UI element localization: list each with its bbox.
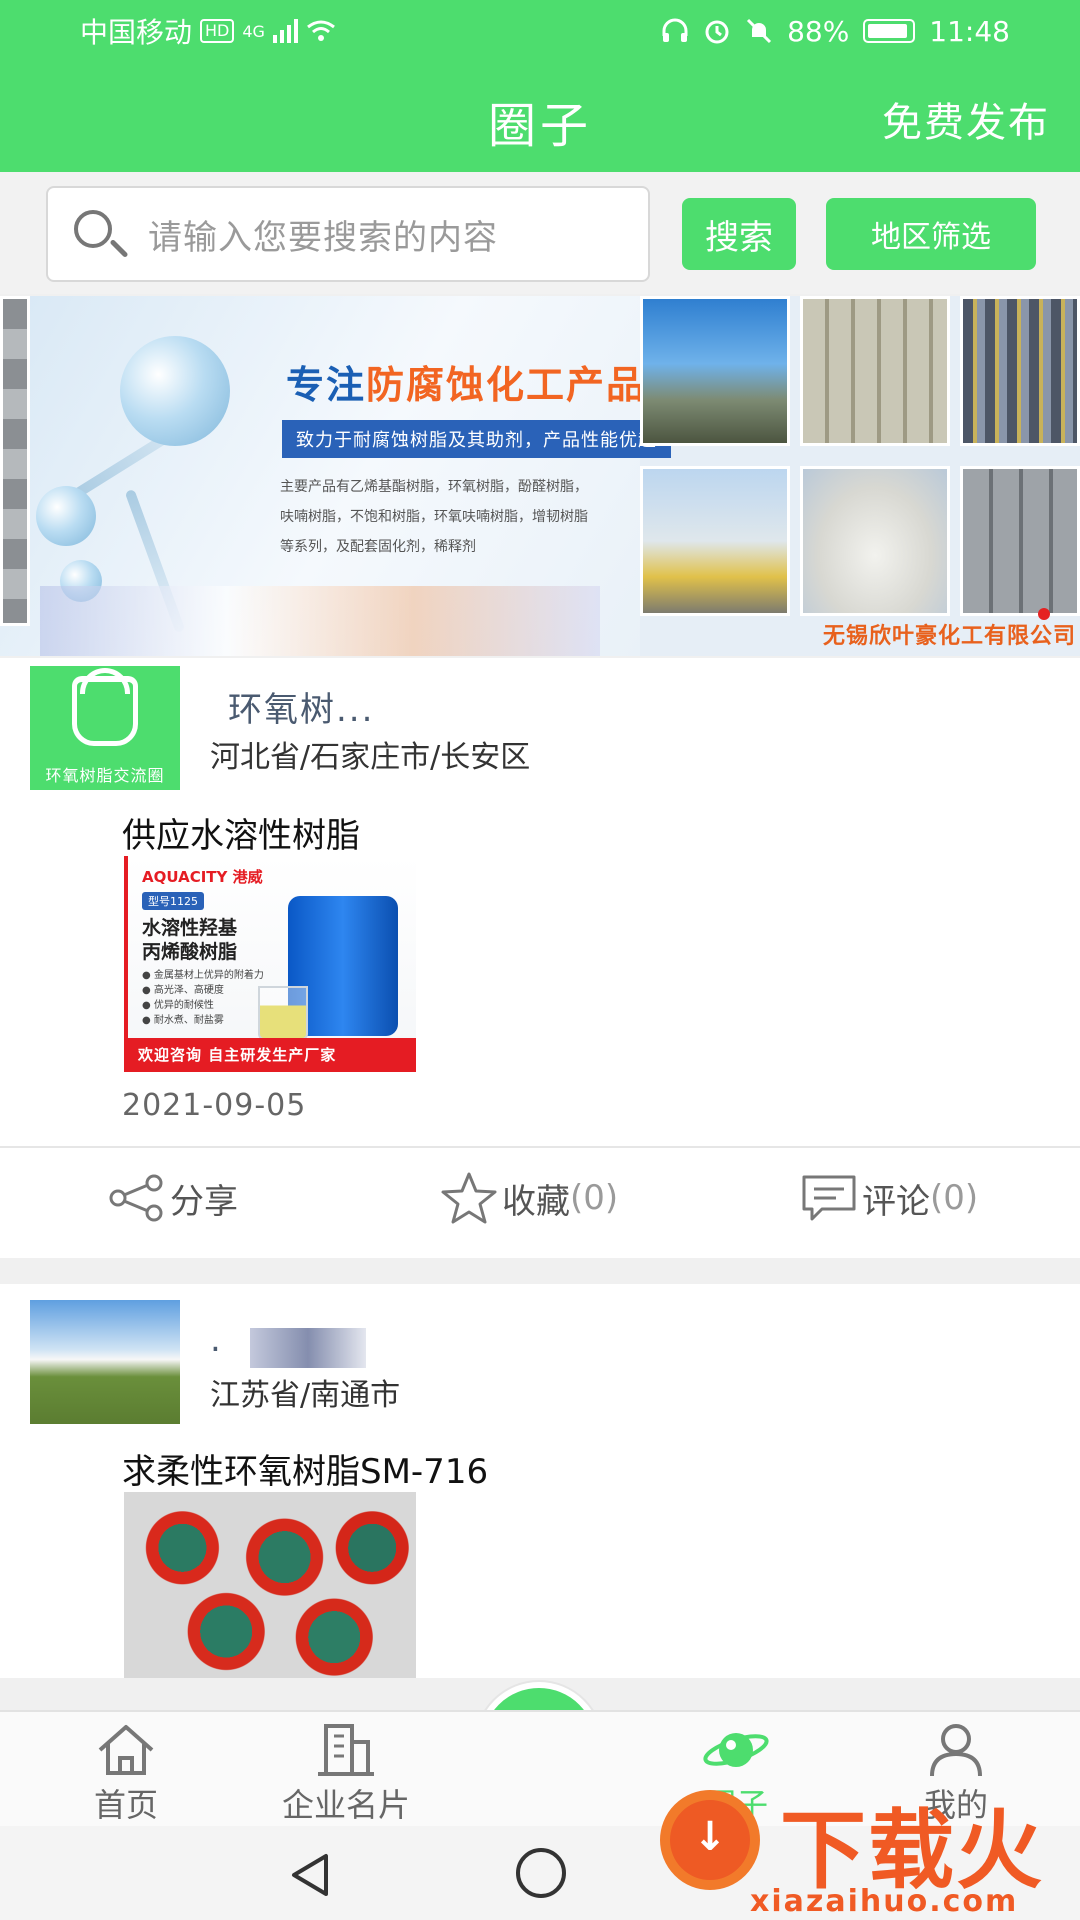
region-filter-button[interactable]: 地区筛选 xyxy=(826,198,1036,270)
comment-button[interactable]: 评论 (0) xyxy=(800,1148,978,1248)
hd-icon: HD xyxy=(200,19,235,43)
avatar-caption: 环氧树脂交流圈 xyxy=(45,766,165,785)
favorite-button[interactable]: 收藏 (0) xyxy=(440,1148,618,1248)
wifi-icon xyxy=(307,20,335,41)
network-type: 4G xyxy=(242,21,265,41)
post-date: 2021-09-05 xyxy=(122,1088,307,1123)
product-brand: AQUACITY 港威 xyxy=(142,868,263,886)
signal-icon xyxy=(272,19,298,43)
banner-title-prefix: 专注 xyxy=(286,363,367,407)
watermark-logo-icon xyxy=(660,1790,760,1890)
carrier-label: 中国移动 xyxy=(80,16,193,49)
blurred-name xyxy=(250,1328,366,1368)
product-tag: 型号1125 xyxy=(142,892,204,910)
mute-icon xyxy=(747,18,772,44)
avatar[interactable]: 环氧树脂交流圈 xyxy=(30,666,180,790)
tab-home[interactable]: 首页 xyxy=(46,1722,206,1826)
avatar[interactable] xyxy=(30,1300,180,1424)
banner-subtitle: 致力于耐腐蚀树脂及其助剂，产品性能优越 xyxy=(282,420,671,458)
status-bar: 中国移动 HD 4G 88% 11:48 xyxy=(0,0,1080,62)
post-card[interactable]: . 江苏省/南通市 求柔性环氧树脂SM-716 xyxy=(0,1284,1080,1678)
product-headline-2: 丙烯酸树脂 xyxy=(142,941,238,963)
home-icon xyxy=(98,1725,154,1775)
title-bar: 圈子 免费发布 xyxy=(0,62,1080,172)
share-icon xyxy=(109,1174,163,1222)
battery-percent: 88% xyxy=(787,14,850,48)
bucket-icon xyxy=(72,676,138,746)
home-circle-icon[interactable] xyxy=(516,1848,566,1898)
comment-icon xyxy=(802,1175,856,1221)
promo-banner[interactable]: 专注防腐蚀化工产品 致力于耐腐蚀树脂及其助剂，产品性能优越 主要产品有乙烯基酯树… xyxy=(0,296,1080,656)
clock: 11:48 xyxy=(929,14,1010,48)
watermark-url: xiazaihuo.com xyxy=(750,1884,1019,1919)
search-button[interactable]: 搜索 xyxy=(682,198,796,270)
product-footer: 欢迎咨询 自主研发生产厂家 xyxy=(128,1038,416,1072)
search-row: 请输入您要搜索的内容 搜索 地区筛选 xyxy=(0,172,1080,294)
post-actions: 分享 收藏 (0) 评论 (0) xyxy=(0,1148,1080,1248)
tab-card-label: 企业名片 xyxy=(281,1786,410,1824)
share-label: 分享 xyxy=(170,1181,238,1222)
molecule-sphere xyxy=(120,336,230,446)
banner-title-highlight: 防腐蚀化工产品 xyxy=(366,363,647,407)
battery-icon xyxy=(863,19,916,43)
post-title[interactable]: 供应水溶性树脂 xyxy=(122,808,360,857)
watermark: 下载火 xiazaihuo.com xyxy=(640,1760,1080,1920)
post-author-name[interactable]: 环氧树... xyxy=(228,682,374,731)
post-location: 河北省/石家庄市/长安区 xyxy=(210,740,531,775)
status-right: 88% 11:48 xyxy=(661,15,1010,48)
publish-button[interactable]: 免费发布 xyxy=(882,90,1050,148)
banner-photo xyxy=(0,296,30,626)
banner-photo xyxy=(640,296,790,446)
product-beaker xyxy=(258,986,308,1040)
favorite-label: 收藏 xyxy=(502,1181,570,1222)
post-card[interactable]: 环氧树脂交流圈 环氧树... 河北省/石家庄市/长安区 供应水溶性树脂 AQUA… xyxy=(0,658,1080,1258)
banner-photo xyxy=(800,296,950,446)
banner-photo xyxy=(960,466,1080,616)
product-headline-1: 水溶性羟基 xyxy=(142,917,238,939)
banner-title: 专注防腐蚀化工产品 xyxy=(286,354,646,409)
headphones-icon xyxy=(662,18,688,42)
search-icon xyxy=(68,204,129,264)
comment-label: 评论 xyxy=(862,1181,930,1222)
banner-company: 无锡欣叶豪化工有限公司 xyxy=(822,624,1076,649)
post-title[interactable]: 求柔性环氧树脂SM-716 xyxy=(122,1444,488,1493)
favorite-count: (0) xyxy=(570,1178,619,1218)
tab-home-label: 首页 xyxy=(93,1786,158,1824)
banner-photo xyxy=(640,466,790,616)
banner-description: 主要产品有乙烯基酯树脂，环氧树脂，酚醛树脂，呋喃树脂，不饱和树脂，环氧呋喃树脂，… xyxy=(280,479,588,555)
search-placeholder: 请输入您要搜索的内容 xyxy=(148,217,498,258)
banner-indicator-dot xyxy=(1038,608,1050,620)
banner-photo xyxy=(960,296,1080,446)
building-icon xyxy=(318,1724,374,1776)
comment-count: (0) xyxy=(930,1178,979,1218)
blurred-region xyxy=(40,586,600,656)
post-location: 江苏省/南通市 xyxy=(210,1378,401,1413)
status-left: 中国移动 HD 4G xyxy=(80,11,336,51)
molecule-sphere xyxy=(36,486,96,546)
share-button[interactable]: 分享 xyxy=(108,1148,238,1248)
star-icon xyxy=(441,1172,497,1224)
banner-photo xyxy=(800,466,950,616)
tab-company-card[interactable]: 企业名片 xyxy=(246,1722,446,1826)
back-icon[interactable] xyxy=(286,1850,336,1900)
post-image[interactable]: AQUACITY 港威 型号1125 水溶性羟基 丙烯酸树脂 ● 金属基材上优异的… xyxy=(124,856,416,1072)
post-author-name[interactable]: . xyxy=(210,1320,223,1360)
search-input[interactable]: 请输入您要搜索的内容 xyxy=(46,186,650,282)
product-headline: 水溶性羟基 丙烯酸树脂 xyxy=(142,916,237,964)
alarm-icon xyxy=(705,20,729,44)
post-image[interactable] xyxy=(124,1492,416,1678)
product-bullets: ● 金属基材上优异的附着力 ● 高光泽、高硬度 ● 优异的耐候性 ● 耐水煮、耐… xyxy=(142,970,264,1026)
